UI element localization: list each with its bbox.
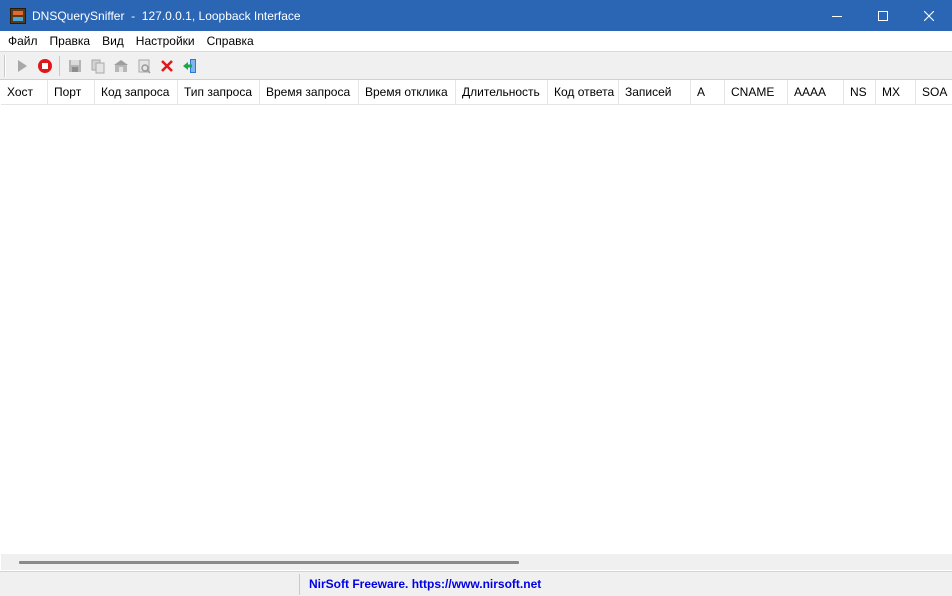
save-icon <box>68 59 81 72</box>
properties-button[interactable] <box>132 54 155 77</box>
menu-view[interactable]: Вид <box>96 31 130 51</box>
minimize-icon <box>832 15 842 17</box>
play-icon <box>17 59 27 72</box>
column-header-host[interactable]: Хост <box>1 80 48 105</box>
column-header-records-count[interactable]: Записей <box>619 80 691 105</box>
close-button[interactable] <box>906 0 952 31</box>
column-header-ns[interactable]: NS <box>844 80 876 105</box>
maximize-button[interactable] <box>860 0 906 31</box>
horizontal-scrollbar[interactable] <box>1 554 952 570</box>
start-capture-button[interactable] <box>10 54 33 77</box>
menu-bar: Файл Правка Вид Настройки Справка <box>0 31 952 51</box>
menu-file[interactable]: Файл <box>2 31 44 51</box>
properties-icon <box>138 59 151 74</box>
html-report-icon <box>113 59 128 72</box>
column-header-response-time[interactable]: Время отклика <box>359 80 456 105</box>
copy-button[interactable] <box>86 54 109 77</box>
scrollbar-thumb[interactable] <box>19 561 519 564</box>
copy-icon <box>91 59 104 73</box>
clear-button[interactable] <box>155 54 178 77</box>
exit-button[interactable] <box>178 54 201 77</box>
column-header-soa[interactable]: SOA <box>916 80 952 105</box>
title-bar[interactable]: DNSQuerySniffer - 127.0.0.1, Loopback In… <box>0 0 952 31</box>
stop-capture-button[interactable] <box>33 54 56 77</box>
column-header-response-code[interactable]: Код ответа <box>548 80 619 105</box>
column-header-aaaa[interactable]: AAAA <box>788 80 844 105</box>
menu-options[interactable]: Настройки <box>130 31 201 51</box>
toolbar-grip[interactable] <box>4 54 6 77</box>
column-header-request-time[interactable]: Время запроса <box>260 80 359 105</box>
toolbar-separator <box>59 55 60 76</box>
menu-edit[interactable]: Правка <box>44 31 97 51</box>
save-button[interactable] <box>63 54 86 77</box>
html-report-button[interactable] <box>109 54 132 77</box>
status-bar: NirSoft Freeware. https://www.nirsoft.ne… <box>0 571 952 596</box>
column-header-a[interactable]: A <box>691 80 725 105</box>
minimize-button[interactable] <box>814 0 860 31</box>
dns-query-list[interactable]: Хост Порт Код запроса Тип запроса Время … <box>1 80 952 554</box>
stop-icon <box>37 58 52 73</box>
column-header-query-type[interactable]: Тип запроса <box>178 80 260 105</box>
column-header-cname[interactable]: CNAME <box>725 80 788 105</box>
app-icon[interactable] <box>10 7 26 24</box>
maximize-icon <box>878 10 888 21</box>
exit-icon <box>182 58 196 73</box>
list-header: Хост Порт Код запроса Тип запроса Время … <box>1 80 952 105</box>
column-header-duration[interactable]: Длительность <box>456 80 548 105</box>
status-pane-count <box>0 574 300 595</box>
column-header-query-id[interactable]: Код запроса <box>95 80 178 105</box>
window-title: DNSQuerySniffer - 127.0.0.1, Loopback In… <box>32 8 301 23</box>
clear-icon <box>160 59 173 72</box>
column-header-mx[interactable]: MX <box>876 80 916 105</box>
toolbar <box>0 51 952 80</box>
menu-help[interactable]: Справка <box>201 31 260 51</box>
nirsoft-link[interactable]: NirSoft Freeware. https://www.nirsoft.ne… <box>309 572 541 596</box>
close-icon <box>924 10 934 21</box>
window-controls <box>814 0 952 31</box>
column-header-port[interactable]: Порт <box>48 80 95 105</box>
